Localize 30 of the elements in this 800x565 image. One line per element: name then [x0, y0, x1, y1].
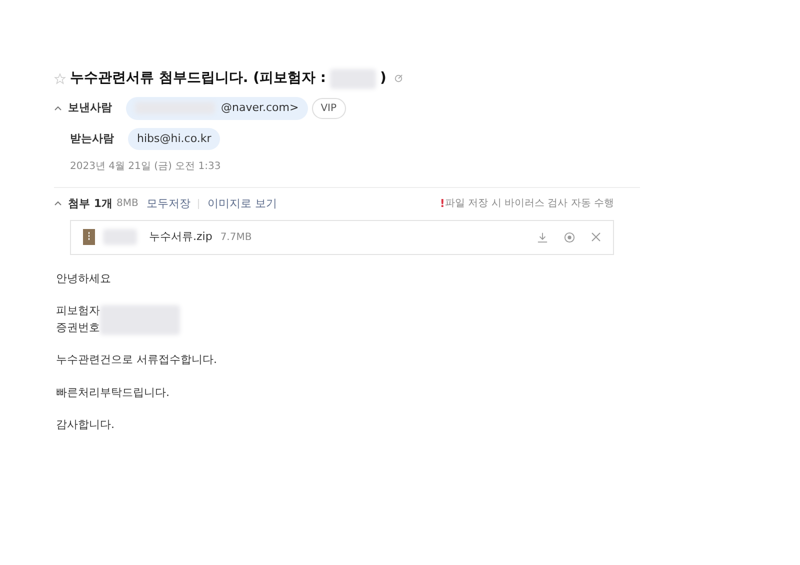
preview-icon[interactable]	[564, 232, 575, 243]
file-name: 누수서류.zip	[149, 229, 212, 245]
attachment-item[interactable]: 누수서류.zip 7.7MB	[70, 220, 614, 254]
external-link-icon[interactable]	[394, 74, 404, 83]
attachment-size: 8MB	[116, 197, 138, 212]
sender-label: 보낸사람	[68, 100, 113, 116]
download-icon[interactable]	[537, 232, 548, 243]
sender-email: @naver.com>	[221, 100, 299, 116]
subject-title: 누수관련서류 첨부드립니다. (피보험자 :	[70, 69, 326, 88]
view-as-image-link[interactable]: 이미지로 보기	[207, 196, 277, 212]
recipient-label: 받는사람	[70, 130, 115, 146]
star-icon[interactable]	[54, 72, 66, 84]
warning-icon: !	[440, 196, 445, 212]
close-icon[interactable]	[591, 232, 601, 243]
recipient-chip[interactable]: hibs@hi.co.kr	[128, 128, 220, 150]
file-size: 7.7MB	[220, 230, 252, 245]
body-text: 누수관련건으로 서류접수합니다.	[56, 352, 217, 368]
sent-date: 2023년 4월 21일 (금) 오전 1:33	[70, 161, 221, 172]
body-text: 빠른처리부탁드립니다.	[56, 384, 170, 400]
zip-file-icon	[83, 229, 95, 246]
vip-badge: VIP	[312, 98, 346, 119]
subject-title: )	[380, 69, 386, 88]
body-text: 피보험자	[56, 303, 100, 319]
body-text: 감사합니다.	[56, 417, 114, 433]
sender-chip[interactable]: @naver.com>	[126, 97, 308, 120]
body-text: 안녕하세요	[56, 270, 111, 286]
body-text: 증권번호	[56, 320, 100, 336]
attachment-count: 첨부 1개	[68, 196, 112, 212]
virus-scan-notice: 파일 저장 시 바이러스 검사 자동 수행	[444, 197, 614, 212]
save-all-link[interactable]: 모두저장	[146, 196, 190, 212]
